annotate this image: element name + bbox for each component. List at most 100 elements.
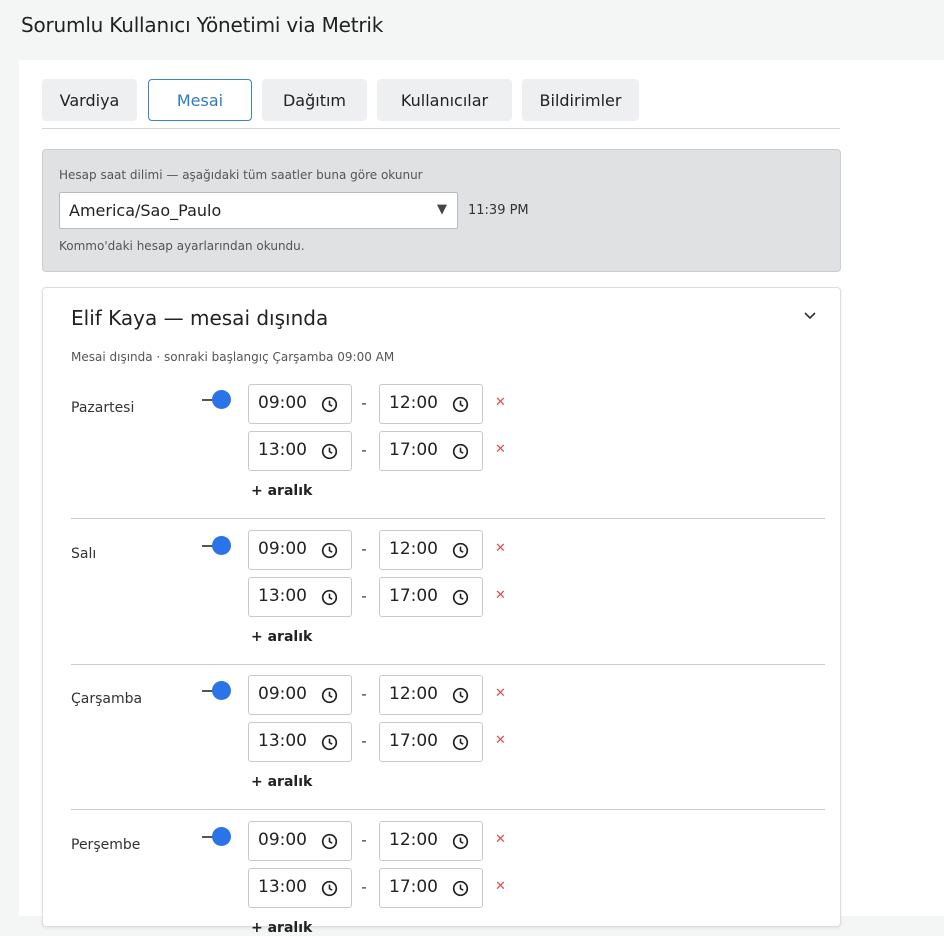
clock-icon[interactable] xyxy=(452,687,469,704)
range-end-input[interactable]: 12:00 xyxy=(379,529,483,570)
time-value: 17:00 xyxy=(389,585,438,606)
time-value: 12:00 xyxy=(389,538,438,559)
day-divider xyxy=(71,809,825,810)
time-value: 09:00 xyxy=(258,684,307,704)
time-value: 17:00 xyxy=(389,440,438,460)
remove-range-icon[interactable]: ✕ xyxy=(495,879,506,894)
range-end-input[interactable]: 17:00 xyxy=(379,722,483,762)
time-value: 13:00 xyxy=(258,440,307,460)
remove-range-icon[interactable]: ✕ xyxy=(495,733,506,748)
day-divider xyxy=(71,663,825,665)
time-value: 17:00 xyxy=(389,876,438,897)
day-enabled-toggle[interactable] xyxy=(201,389,233,411)
page-title: Sorumlu Kullanıcı Yönetimi via Metrik xyxy=(21,13,384,37)
range-separator: - xyxy=(361,732,367,750)
tab-dagitim[interactable]: Dağıtım xyxy=(262,79,367,121)
user-schedule-card: Elif Kaya — mesai dışında Mesai dışında … xyxy=(42,287,841,936)
range-start-input[interactable]: 09:00 xyxy=(248,675,352,715)
range-start-input[interactable]: 13:00 xyxy=(248,431,352,471)
range-separator: - xyxy=(361,394,367,412)
timezone-select-value: America/Sao_Paulo xyxy=(69,201,222,220)
time-value: 13:00 xyxy=(258,585,307,606)
chevron-down-icon[interactable] xyxy=(801,307,819,325)
timezone-hint: Hesap saat dilimi — aşağıdaki tüm saatle… xyxy=(59,168,423,182)
toggle-knob xyxy=(212,681,231,700)
range-start-input[interactable]: 13:00 xyxy=(248,576,352,617)
day-label: Salı xyxy=(71,545,97,562)
clock-icon[interactable] xyxy=(321,734,338,751)
time-value: 09:00 xyxy=(258,393,307,413)
caret-down-icon: ▼ xyxy=(437,202,447,217)
time-value: 13:00 xyxy=(258,731,307,751)
time-value: 12:00 xyxy=(389,684,438,704)
range-end-input[interactable]: 17:00 xyxy=(379,576,483,617)
remove-range-icon[interactable]: ✕ xyxy=(495,588,506,603)
day-enabled-toggle[interactable] xyxy=(201,826,233,848)
clock-icon[interactable] xyxy=(321,833,338,850)
clock-icon[interactable] xyxy=(452,443,469,460)
range-end-input[interactable]: 12:00 xyxy=(379,820,483,861)
tab-bildirimler[interactable]: Bildirimler xyxy=(522,79,639,121)
range-separator: - xyxy=(361,441,367,459)
remove-range-icon[interactable]: ✕ xyxy=(495,442,506,457)
remove-range-icon[interactable]: ✕ xyxy=(495,686,506,701)
clock-icon[interactable] xyxy=(321,396,338,413)
range-end-input[interactable]: 17:00 xyxy=(379,867,483,908)
toggle-knob xyxy=(212,826,231,846)
remove-range-icon[interactable]: ✕ xyxy=(495,832,506,847)
toggle-knob xyxy=(212,390,231,409)
day-enabled-toggle[interactable] xyxy=(201,535,233,557)
time-value: 09:00 xyxy=(258,829,307,850)
add-range-button[interactable]: + aralık xyxy=(251,920,312,936)
clock-icon[interactable] xyxy=(452,734,469,751)
range-start-input[interactable]: 09:00 xyxy=(248,529,352,570)
clock-icon[interactable] xyxy=(452,396,469,413)
day-label: Perşembe xyxy=(71,836,141,853)
day-enabled-toggle[interactable] xyxy=(201,680,233,702)
range-separator: - xyxy=(361,830,367,849)
tab-vardiya[interactable]: Vardiya xyxy=(42,79,137,121)
day-label: Pazartesi xyxy=(71,400,135,416)
timezone-select[interactable]: America/Sao_Paulo ▼ xyxy=(59,192,458,229)
user-title: Elif Kaya — mesai dışında xyxy=(71,306,329,330)
range-separator: - xyxy=(361,586,367,605)
range-start-input[interactable]: 13:00 xyxy=(248,722,352,762)
timezone-current-time: 11:39 PM xyxy=(468,203,529,218)
main-panel: Vardiya Mesai Dağıtım Kullanıcılar Bildi… xyxy=(19,60,944,936)
clock-icon[interactable] xyxy=(452,833,469,850)
tab-mesai[interactable]: Mesai xyxy=(148,79,252,121)
clock-icon[interactable] xyxy=(321,589,338,606)
range-start-input[interactable]: 13:00 xyxy=(248,867,352,908)
remove-range-icon[interactable]: ✕ xyxy=(495,395,506,410)
clock-icon[interactable] xyxy=(452,542,469,559)
range-end-input[interactable]: 12:00 xyxy=(379,675,483,715)
range-separator: - xyxy=(361,539,367,558)
timezone-panel: Hesap saat dilimi — aşağıdaki tüm saatle… xyxy=(42,149,841,272)
range-end-input[interactable]: 12:00 xyxy=(379,384,483,424)
time-value: 12:00 xyxy=(389,829,438,850)
range-start-input[interactable]: 09:00 xyxy=(248,384,352,424)
time-value: 09:00 xyxy=(258,538,307,559)
clock-icon[interactable] xyxy=(321,880,338,897)
add-range-button[interactable]: + aralık xyxy=(251,483,312,499)
add-range-button[interactable]: + aralık xyxy=(251,629,312,645)
tab-bar: Vardiya Mesai Dağıtım Kullanıcılar Bildi… xyxy=(42,79,840,129)
range-start-input[interactable]: 09:00 xyxy=(248,820,352,861)
remove-range-icon[interactable]: ✕ xyxy=(495,541,506,556)
range-end-input[interactable]: 17:00 xyxy=(379,431,483,471)
clock-icon[interactable] xyxy=(321,687,338,704)
day-label: Çarşamba xyxy=(71,691,143,707)
add-range-button[interactable]: + aralık xyxy=(251,774,312,790)
range-separator: - xyxy=(361,877,367,896)
time-value: 12:00 xyxy=(389,393,438,413)
clock-icon[interactable] xyxy=(452,880,469,897)
clock-icon[interactable] xyxy=(321,443,338,460)
tab-kullanicilar[interactable]: Kullanıcılar xyxy=(377,79,512,121)
time-value: 17:00 xyxy=(389,731,438,751)
clock-icon[interactable] xyxy=(452,589,469,606)
range-separator: - xyxy=(361,685,367,703)
time-value: 13:00 xyxy=(258,876,307,897)
clock-icon[interactable] xyxy=(321,542,338,559)
timezone-note: Kommo'daki hesap ayarlarından okundu. xyxy=(59,239,305,253)
user-status: Mesai dışında · sonraki başlangıç Çarşam… xyxy=(71,350,395,364)
